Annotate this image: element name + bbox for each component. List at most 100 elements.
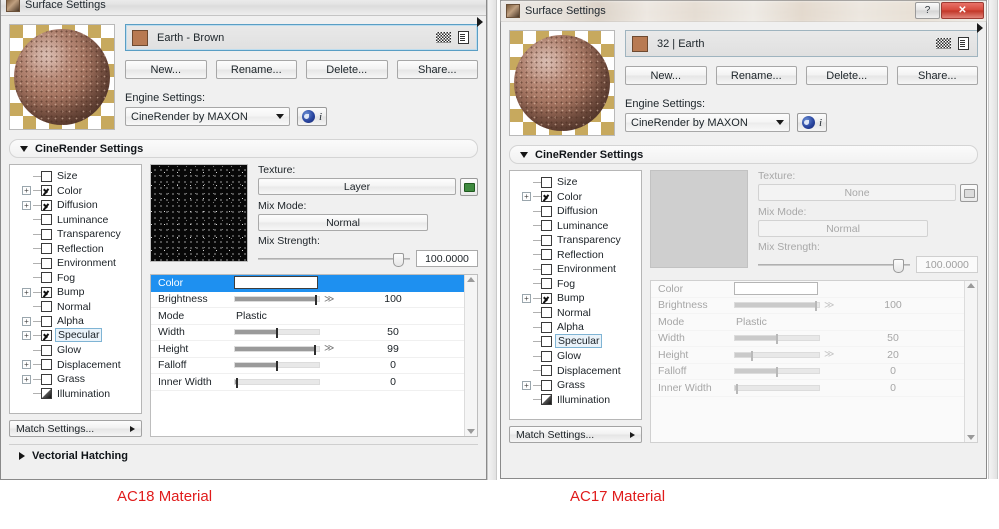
left-channel-tree[interactable]: Size + Color + Diffusion Luminance Transparenc…	[9, 164, 142, 414]
property-row-falloff[interactable]: Falloff 0	[651, 364, 964, 380]
expand-icon[interactable]: +	[22, 200, 31, 210]
left-material-selector[interactable]: Earth - Brown	[125, 17, 483, 51]
left-mix-mode-button[interactable]: Normal	[258, 214, 428, 231]
left-property-grid[interactable]: Color Brightness ≫ 100 Mode Plastic Width 50 Hei…	[150, 274, 478, 437]
tree-item-grass[interactable]: + Grass	[14, 372, 141, 387]
left-window-titlebar[interactable]: Surface Settings	[1, 0, 486, 16]
tree-item-glow[interactable]: Glow	[514, 349, 641, 364]
rename-button[interactable]: Rename...	[715, 66, 797, 85]
checkbox-diffusion[interactable]	[541, 205, 552, 217]
slider-handle-icon[interactable]	[750, 350, 753, 361]
checkerboard-icon[interactable]	[436, 32, 451, 43]
render-engine-icon[interactable]	[302, 110, 315, 123]
checkbox-glow[interactable]	[541, 350, 552, 362]
scroll-down-icon[interactable]	[967, 435, 975, 440]
slider-handle-icon[interactable]	[776, 367, 778, 378]
property-control[interactable]: ≫	[234, 343, 352, 355]
left-material-preview[interactable]	[9, 24, 115, 130]
engine-extra-buttons[interactable]: i	[297, 107, 328, 126]
checkbox-luminance[interactable]	[541, 220, 552, 232]
tree-item-size[interactable]: Size	[514, 175, 641, 190]
slider-handle-icon[interactable]	[276, 328, 278, 339]
tree-item-illumination[interactable]: Illumination	[14, 387, 141, 402]
property-control[interactable]: ≫	[734, 300, 852, 312]
tree-item-glow[interactable]: Glow	[14, 343, 141, 358]
slider-handle-icon[interactable]	[235, 377, 238, 388]
tree-item-transparency[interactable]: Transparency	[514, 233, 641, 248]
tree-item-normal[interactable]: Normal	[14, 300, 141, 315]
checkbox-grass[interactable]	[41, 373, 52, 385]
document-icon[interactable]	[958, 37, 969, 50]
tree-item-fog[interactable]: Fog	[514, 277, 641, 292]
left-window-outer-scrollbar[interactable]	[487, 0, 497, 480]
slider-track[interactable]	[234, 295, 320, 306]
slider-track[interactable]	[734, 350, 820, 361]
share-button[interactable]: Share...	[396, 60, 478, 79]
checkerboard-icon[interactable]	[936, 38, 951, 49]
property-control[interactable]	[734, 367, 852, 378]
expand-icon[interactable]: +	[22, 374, 31, 384]
checkbox-diffusion[interactable]	[41, 199, 52, 211]
checkbox-grass[interactable]	[541, 379, 552, 391]
tree-item-environment[interactable]: Environment	[14, 256, 141, 271]
checkbox-color[interactable]	[41, 185, 52, 197]
property-control[interactable]	[734, 334, 852, 345]
texture-browse-icon[interactable]	[460, 178, 478, 196]
property-row-brightness[interactable]: Brightness ≫ 100	[151, 292, 464, 308]
right-cinerender-section-header[interactable]: CineRender Settings	[509, 145, 978, 164]
property-row-color[interactable]: Color	[151, 275, 464, 292]
property-row-width[interactable]: Width 50	[651, 331, 964, 347]
engine-extra-buttons[interactable]: i	[797, 113, 828, 132]
tree-item-luminance[interactable]: Luminance	[14, 213, 141, 228]
property-control[interactable]: ≫	[734, 349, 852, 361]
left-texture-button[interactable]: Layer	[258, 178, 456, 195]
expand-icon[interactable]: +	[22, 316, 31, 326]
color-swatch-field[interactable]	[734, 282, 818, 296]
slider-handle-icon[interactable]	[276, 361, 278, 372]
checkbox-fog[interactable]	[41, 272, 52, 284]
tree-item-transparency[interactable]: Transparency	[14, 227, 141, 242]
checkbox-fog[interactable]	[541, 278, 552, 290]
expand-icon[interactable]: +	[522, 192, 531, 202]
slider-track[interactable]	[234, 328, 320, 339]
left-mix-strength-value[interactable]: 100.0000	[416, 250, 478, 267]
checkbox-normal[interactable]	[541, 307, 552, 319]
left-vectorial-hatching-header[interactable]: Vectorial Hatching	[9, 444, 478, 466]
property-control[interactable]	[234, 377, 352, 388]
checkbox-bump[interactable]	[41, 286, 52, 298]
checkbox-color[interactable]	[541, 191, 552, 203]
tree-item-reflection[interactable]: Reflection	[14, 242, 141, 257]
tree-item-alpha[interactable]: + Alpha	[14, 314, 141, 329]
slider-track[interactable]	[234, 361, 320, 372]
expand-arrow-icon[interactable]	[977, 23, 983, 33]
texture-browse-icon[interactable]	[960, 184, 978, 202]
tree-item-luminance[interactable]: Luminance	[514, 219, 641, 234]
close-button[interactable]: ✕	[941, 2, 984, 19]
property-row-height[interactable]: Height ≫ 99	[151, 341, 464, 358]
left-cinerender-section-header[interactable]: CineRender Settings	[9, 139, 478, 158]
tree-item-specular[interactable]: Specular	[514, 334, 641, 350]
tree-item-environment[interactable]: Environment	[514, 262, 641, 277]
right-property-scrollbar[interactable]	[964, 281, 977, 442]
checkbox-environment[interactable]	[541, 263, 552, 275]
left-texture-preview[interactable]	[150, 164, 248, 262]
property-value[interactable]: 50	[352, 326, 464, 338]
checkbox-displacement[interactable]	[41, 359, 52, 371]
scroll-up-icon[interactable]	[967, 283, 975, 288]
property-value[interactable]: 20	[852, 349, 964, 361]
mix-strength-slider[interactable]	[758, 258, 910, 273]
info-icon[interactable]: i	[819, 117, 822, 129]
expand-icon[interactable]: +	[22, 360, 31, 370]
checkbox-reflection[interactable]	[541, 249, 552, 261]
slider-knob-icon[interactable]	[393, 252, 404, 267]
property-row-color[interactable]: Color	[651, 281, 964, 298]
property-row-falloff[interactable]: Falloff 0	[151, 358, 464, 374]
property-value[interactable]: 100	[352, 293, 464, 305]
share-button[interactable]: Share...	[896, 66, 978, 85]
rename-button[interactable]: Rename...	[215, 60, 297, 79]
mix-strength-slider[interactable]	[258, 252, 410, 267]
checkbox-alpha[interactable]	[541, 321, 552, 333]
checkbox-illumination[interactable]	[41, 388, 52, 400]
tree-item-diffusion[interactable]: + Diffusion	[14, 198, 141, 213]
tree-item-specular[interactable]: + Specular	[14, 328, 141, 344]
